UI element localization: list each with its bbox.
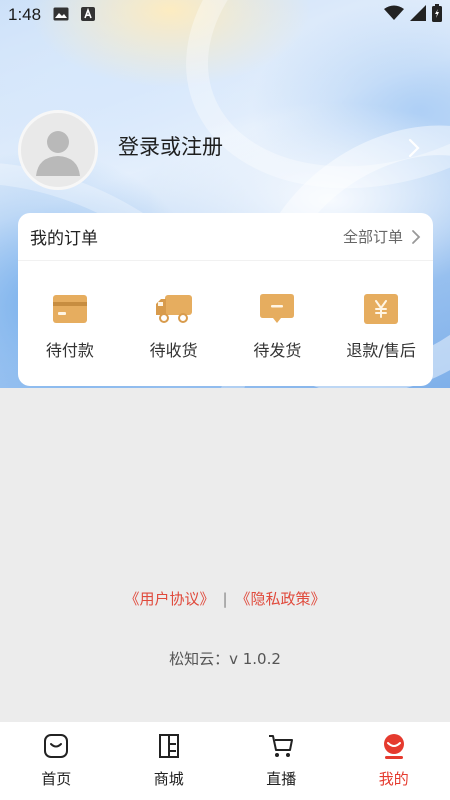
legal-links: 《用户协议》 | 《隐私政策》 [0,588,450,609]
all-orders-link[interactable]: 全部订单 [343,226,421,247]
message-box-icon [258,293,296,325]
yen-icon [362,293,400,325]
all-orders-label: 全部订单 [342,228,403,246]
bottom-tab-bar: 首页 商城 直播 我的 [0,722,450,800]
status-time: 1:48 [8,5,42,24]
order-status-list: 待付款 待收货 待发货 退款/售后 [18,261,433,386]
home-bag-icon [44,734,69,758]
cart-icon [269,735,294,757]
wifi-icon [384,5,404,25]
order-header: 我的订单 全部订单 [18,213,433,261]
status-bar: 1:48 [0,0,450,30]
order-item-label: 待收货 [149,340,198,360]
order-title: 我的订单 [30,229,98,249]
profile-face-icon [383,734,404,759]
truck-icon [155,293,193,325]
order-card: 我的订单 全部订单 待付款 待收货 待发货 退款/售后 [18,213,433,386]
privacy-policy-link[interactable]: 《隐私政策》 [236,590,326,608]
chevron-right-icon[interactable] [408,138,420,162]
links-separator: | [222,590,228,608]
user-agreement-link[interactable]: 《用户协议》 [124,590,214,608]
tab-label: 商城 [153,770,184,788]
signal-icon [410,5,426,25]
order-item-pending-payment[interactable]: 待付款 [20,293,120,361]
order-item-label: 待发货 [253,340,302,360]
chevron-right-icon [412,229,421,244]
tab-label: 我的 [378,770,409,788]
order-item-label: 待付款 [45,340,94,360]
order-item-pending-receipt[interactable]: 待收货 [124,293,224,361]
battery-icon [432,4,442,26]
order-item-pending-shipment[interactable]: 待发货 [227,293,327,361]
app-version: 松知云：v 1.0.2 [169,650,281,668]
image-icon [53,6,69,25]
avatar[interactable] [18,110,98,190]
user-silhouette-icon [36,131,80,176]
store-icon [158,734,179,758]
tab-label: 首页 [41,770,72,788]
login-register-link[interactable]: 登录或注册 [118,131,223,161]
order-item-refund[interactable]: 退款/售后 [331,293,431,361]
card-icon [51,293,89,325]
tab-label: 直播 [266,770,297,788]
tab-mine[interactable]: 我的 [349,732,439,789]
order-item-label: 退款/售后 [346,340,416,360]
tab-home[interactable]: 首页 [11,732,101,789]
tab-live[interactable]: 直播 [236,732,326,789]
a-badge-icon [81,6,96,25]
tab-store[interactable]: 商城 [124,732,214,789]
